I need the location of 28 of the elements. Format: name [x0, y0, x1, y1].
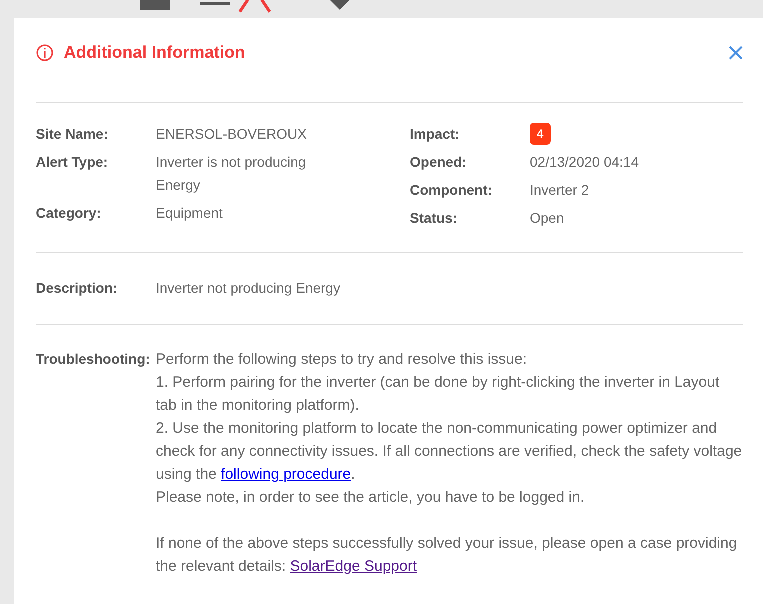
help-link[interactable]: SolarEdge Support	[290, 558, 418, 575]
field-value: Inverter is not producing Energy	[156, 153, 308, 195]
troubleshooting-text: If none of the above steps successfully solved your issue, please open a case providing the relevant details: SolarEdge Support	[156, 534, 738, 577]
field-label: Description:	[36, 279, 119, 298]
field-value: Inverter 2	[530, 181, 590, 200]
field-label: Troubleshooting:	[36, 350, 152, 369]
impact-badge: 4	[530, 123, 551, 145]
close-button[interactable]	[727, 44, 745, 62]
field-value: Open	[530, 209, 566, 228]
field-value: Inverter not producing Energy	[156, 279, 340, 298]
help-link[interactable]: following procedure	[221, 466, 352, 483]
field-value: ENERSOL-BOVEROUX	[156, 125, 308, 144]
field-value: 02/13/2020 04:14	[530, 153, 640, 172]
dialog-title: Additional Information	[64, 42, 246, 64]
field-label: Component:	[410, 181, 494, 200]
field-value: Equipment	[156, 204, 224, 223]
field-label: Opened:	[410, 153, 468, 172]
info-icon	[36, 44, 54, 62]
close-icon	[729, 46, 743, 60]
troubleshooting-text: Please note, in order to see the article, you have to be logged in.	[156, 488, 586, 508]
field-label: Site Name:	[36, 125, 110, 144]
field-label: Category:	[36, 204, 102, 223]
field-label: Impact:	[410, 125, 461, 144]
field-label: Alert Type:	[36, 153, 110, 172]
troubleshooting-text: Perform the following steps to try and resolve this issue:	[156, 350, 528, 370]
troubleshooting-text: 1. Perform pairing for the inverter (can be done by right-clicking the inverter in Layout tab in the monitoring platform).	[156, 373, 721, 416]
troubleshooting-text: 2. Use the monitoring platform to locate the non-communicating power optimizer and check for any connectivity issues. If all connections are verified, check the safety voltage using the following procedure.	[156, 419, 743, 485]
field-label: Status:	[410, 209, 458, 228]
